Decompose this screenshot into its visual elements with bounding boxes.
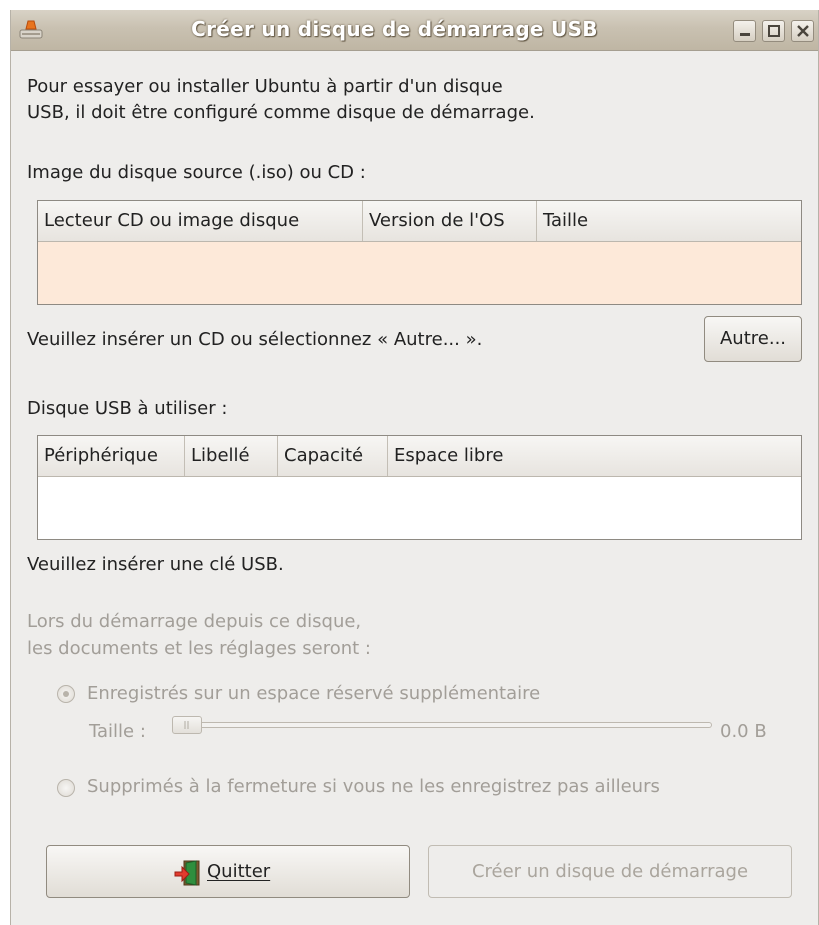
column-header-label[interactable]: Libellé xyxy=(185,436,278,476)
close-icon xyxy=(797,25,809,37)
maximize-icon xyxy=(768,25,780,37)
radio-store-persistent-label: Enregistrés sur un espace réservé supplé… xyxy=(87,683,541,704)
minimize-icon xyxy=(740,33,750,36)
source-list-header: Lecteur CD ou image disque Version de l'… xyxy=(38,201,801,242)
usb-status: Veuillez insérer une clé USB. xyxy=(27,554,284,575)
usb-label: Disque USB à utiliser : xyxy=(27,398,228,419)
quit-button[interactable]: Quitter xyxy=(46,845,410,898)
column-header-free-space[interactable]: Espace libre xyxy=(388,436,548,476)
usb-list-header: Périphérique Libellé Capacité Espace lib… xyxy=(38,436,801,477)
persistence-intro-line-1: Lors du démarrage depuis ce disque, xyxy=(27,611,362,632)
grip-icon xyxy=(184,721,189,729)
source-label: Image du disque source (.iso) ou CD : xyxy=(27,162,366,183)
persistence-intro-line-2: les documents et les réglages seront : xyxy=(27,638,371,659)
other-button[interactable]: Autre... xyxy=(704,316,802,362)
create-startup-disk-button[interactable]: Créer un disque de démarrage xyxy=(428,845,792,898)
column-header-size[interactable]: Taille xyxy=(537,201,657,241)
maximize-button[interactable] xyxy=(762,20,785,42)
radio-discard-label: Supprimés à la fermeture si vous ne les … xyxy=(87,776,660,797)
quit-label: Quitter xyxy=(207,861,271,882)
column-header-os-version[interactable]: Version de l'OS xyxy=(363,201,537,241)
intro-line-2: USB, il doit être configuré comme disque… xyxy=(27,102,535,123)
size-slider[interactable] xyxy=(202,722,712,728)
source-status: Veuillez insérer un CD ou sélectionnez «… xyxy=(27,329,483,350)
minimize-button[interactable] xyxy=(733,20,756,42)
close-button[interactable] xyxy=(791,20,814,42)
window-title: Créer un disque de démarrage USB xyxy=(191,17,598,41)
radio-discard[interactable] xyxy=(57,779,75,797)
intro-line-1: Pour essayer ou installer Ubuntu à parti… xyxy=(27,76,503,97)
title-bar[interactable]: Créer un disque de démarrage USB xyxy=(11,10,818,51)
source-list[interactable]: Lecteur CD ou image disque Version de l'… xyxy=(37,200,802,305)
size-value: 0.0 B xyxy=(720,721,767,742)
size-label: Taille : xyxy=(89,721,146,742)
radio-store-persistent[interactable] xyxy=(57,685,75,703)
exit-icon xyxy=(173,859,201,887)
column-header-capacity[interactable]: Capacité xyxy=(278,436,388,476)
column-header-device[interactable]: Périphérique xyxy=(38,436,185,476)
usb-list[interactable]: Périphérique Libellé Capacité Espace lib… xyxy=(37,435,802,540)
column-header-source[interactable]: Lecteur CD ou image disque xyxy=(38,201,363,241)
size-slider-handle[interactable] xyxy=(172,716,202,734)
